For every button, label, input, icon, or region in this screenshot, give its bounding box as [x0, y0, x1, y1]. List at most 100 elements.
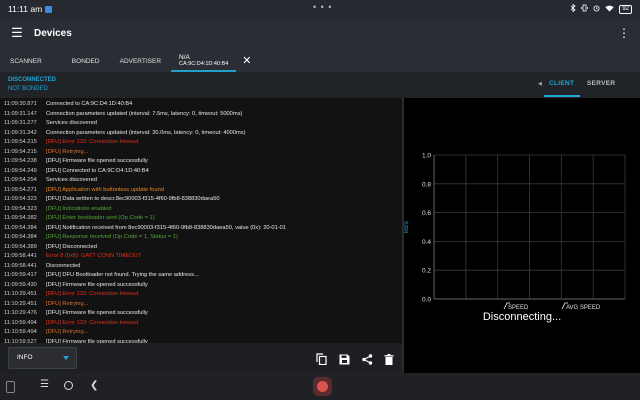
log-message: Error 8 (0x8): GATT CONN TIMEOUT — [46, 253, 142, 259]
delete-icon[interactable] — [384, 352, 396, 365]
log-timestamp: 11:10:29.451 — [4, 300, 37, 307]
home-icon[interactable] — [64, 381, 73, 390]
hamburger-icon[interactable]: ☰ — [0, 25, 34, 41]
log-timestamp: 11:09:58.441 — [4, 262, 37, 269]
log-message: [DFU] Application with buttonless update… — [46, 186, 164, 193]
share-icon[interactable] — [362, 352, 374, 365]
log-timestamp: 11:09:59.430 — [4, 281, 37, 288]
tab-server[interactable]: SERVER — [587, 80, 615, 87]
log-message: [DFU] Error 133: Connection timeout — [46, 319, 139, 326]
log-level-value: INFO — [17, 354, 33, 361]
log-line: 11:10:59.494 [DFU] Retrying... — [4, 328, 402, 338]
log-timestamp: 11:09:31.277 — [4, 120, 37, 126]
log-timestamp: 11:09:31.342 — [4, 129, 37, 136]
log-line: 11:09:58.441 Error 8 (0x8): GATT CONN TIM… — [4, 252, 402, 262]
tablet-icon[interactable] — [6, 381, 15, 393]
log-line: 11:09:31.277 Services discovered — [4, 119, 402, 129]
log-line: 11:10:59.494 [DFU] Error 133: Connection … — [4, 319, 402, 329]
tab-scanner[interactable]: SCANNER — [2, 48, 50, 72]
log-line: 11:09:54.382 [DFU] Enter bootloader sent … — [4, 214, 402, 224]
tab-device-name: N/A — [179, 54, 190, 61]
log-level-select[interactable]: INFO — [8, 347, 77, 369]
chart-y-tick-label: 1.0 — [422, 153, 431, 160]
log-message: [DFU] Indications enabled — [46, 205, 112, 212]
log-timestamp: 11:09:59.417 — [4, 272, 37, 278]
log-message: Disconnected — [46, 262, 81, 269]
tab-bonded[interactable]: BONDED — [64, 48, 108, 72]
log-message: [DFU] Response received (Op Code = 1, St… — [46, 234, 178, 240]
log-timestamp: 11:10:59.494 — [4, 329, 37, 335]
log-message: [DFU] Retrying... — [46, 300, 89, 307]
log-line: 11:09:31.147 Connection parameters update… — [4, 110, 402, 120]
log-timestamp: 11:09:54.215 — [4, 148, 37, 155]
connection-row: DISCONNECTED NOT BONDED ◀ CLIENT SERVER — [0, 72, 640, 98]
log-message: [DFU] Error 133: Connection timeout — [46, 291, 139, 297]
log-line: 11:09:54.323 [DFU] Data written to descr.… — [4, 195, 402, 205]
status-time: 11:11 am — [8, 4, 43, 14]
log-timestamp: 11:09:54.271 — [4, 186, 37, 193]
log-message: [DFU] Notification received from 8ec9000… — [46, 224, 286, 231]
log-line: 11:09:54.238 [DFU] Firmware file opened s… — [4, 157, 402, 167]
log-line: 11:09:54.323 [DFU] Indications enabled — [4, 205, 402, 215]
log-timestamp: 11:09:58.441 — [4, 253, 37, 259]
close-tab-icon[interactable]: ✕ — [236, 48, 257, 72]
copy-icon[interactable] — [316, 352, 328, 366]
tab-client[interactable]: CLIENT — [549, 80, 574, 87]
log-message: [DFU] Connected to CA:9C:D4:1D:40:B4 — [46, 167, 149, 174]
log-message: Connected to CA:9C:D4:1D:40:B4 — [46, 101, 133, 107]
log-line: 11:09:54.254 Services discovered — [4, 176, 402, 186]
log-timestamp: 11:09:54.323 — [4, 205, 37, 212]
app-icon[interactable] — [313, 377, 332, 396]
save-icon[interactable] — [339, 352, 351, 365]
log-line: 11:09:30.871 Connected to CA:9C:D4:1D:40:… — [4, 100, 402, 110]
log-line: 11:09:31.342 Connection parameters update… — [4, 129, 402, 139]
status-icons: 92 — [570, 3, 632, 14]
log-message: Services discovered — [46, 120, 97, 126]
status-bar: 11:11 am • • • 92 — [0, 0, 640, 18]
arrow-left-icon[interactable]: ◀ — [538, 81, 542, 87]
page-title: Devices — [34, 27, 72, 39]
tab-advertiser-label: ADVERTISER — [119, 58, 162, 65]
wifi-icon — [605, 5, 615, 14]
multitask-dots[interactable]: • • • — [313, 2, 332, 12]
log-message: [DFU] Enter bootloader sent (Op Code = 1… — [46, 215, 155, 221]
log-timestamp: 11:10:29.476 — [4, 310, 37, 316]
log-line: 11:09:58.441 Disconnected — [4, 262, 402, 272]
vibrate-icon — [581, 4, 589, 14]
log-timestamp: 11:09:30.871 — [4, 101, 37, 107]
log-timestamp: 11:10:59.494 — [4, 319, 37, 326]
log-line: 11:09:54.249 [DFU] Connected to CA:9C:D4:… — [4, 167, 402, 177]
log-message: [DFU] Firmware file opened successfully — [46, 281, 148, 288]
log-line: 11:09:54.215 [DFU] Error 133: Connection … — [4, 138, 402, 148]
tab-device[interactable]: N/A CA:9C:D4:1D:40:B4 — [171, 48, 237, 72]
log-message: [DFU] Retrying... — [46, 148, 89, 155]
notification-badge-icon — [45, 5, 53, 13]
log-timestamp: 11:09:54.384 — [4, 224, 37, 231]
speed-chart: 0.00.20.40.60.81.0kB/sSPEED AVG SPEED — [404, 153, 626, 311]
recents-icon[interactable]: ☰ — [40, 379, 49, 390]
log-message: Connection parameters updated (interval:… — [46, 110, 243, 117]
log-timestamp: 11:09:54.323 — [4, 196, 37, 202]
speed-chart-panel: 0.0 0.2 0.4 0.6 0.8 1.0 kB/s SPEED AVG SPEED Dis… — [404, 98, 640, 373]
log-line: 11:10:29.451 [DFU] Error 133: Connection … — [4, 290, 402, 300]
log-message: [DFU] Disconnected — [46, 243, 97, 250]
chart-y-tick-label: 0.6 — [422, 210, 431, 217]
log-toolbar: INFO — [0, 343, 402, 373]
log-list[interactable]: 11:09:30.871 Connected to CA:9C:D4:1D:40:… — [0, 98, 402, 343]
alarm-icon — [593, 4, 600, 14]
bluetooth-icon — [570, 3, 576, 14]
log-line: 11:10:29.451 [DFU] Retrying... — [4, 300, 402, 310]
log-timestamp: 11:09:54.249 — [4, 167, 37, 174]
log-line: 11:09:54.384 [DFU] Response received (Op … — [4, 233, 402, 243]
log-message: [DFU] Firmware file opened successfully — [46, 310, 148, 316]
chart-y-tick-label: 0.8 — [422, 181, 431, 188]
tab-advertiser[interactable]: ADVERTISER — [112, 48, 169, 72]
tab-client-indicator — [544, 95, 580, 97]
more-vert-icon[interactable]: ⋮ — [618, 26, 630, 40]
back-icon[interactable]: ❮ — [90, 380, 98, 391]
log-timestamp: 11:09:54.215 — [4, 139, 37, 145]
log-message: Services discovered — [46, 177, 97, 183]
battery-icon: 92 — [619, 4, 632, 14]
log-timestamp: 11:09:54.382 — [4, 215, 37, 221]
log-message: Connection parameters updated (interval:… — [46, 129, 246, 136]
